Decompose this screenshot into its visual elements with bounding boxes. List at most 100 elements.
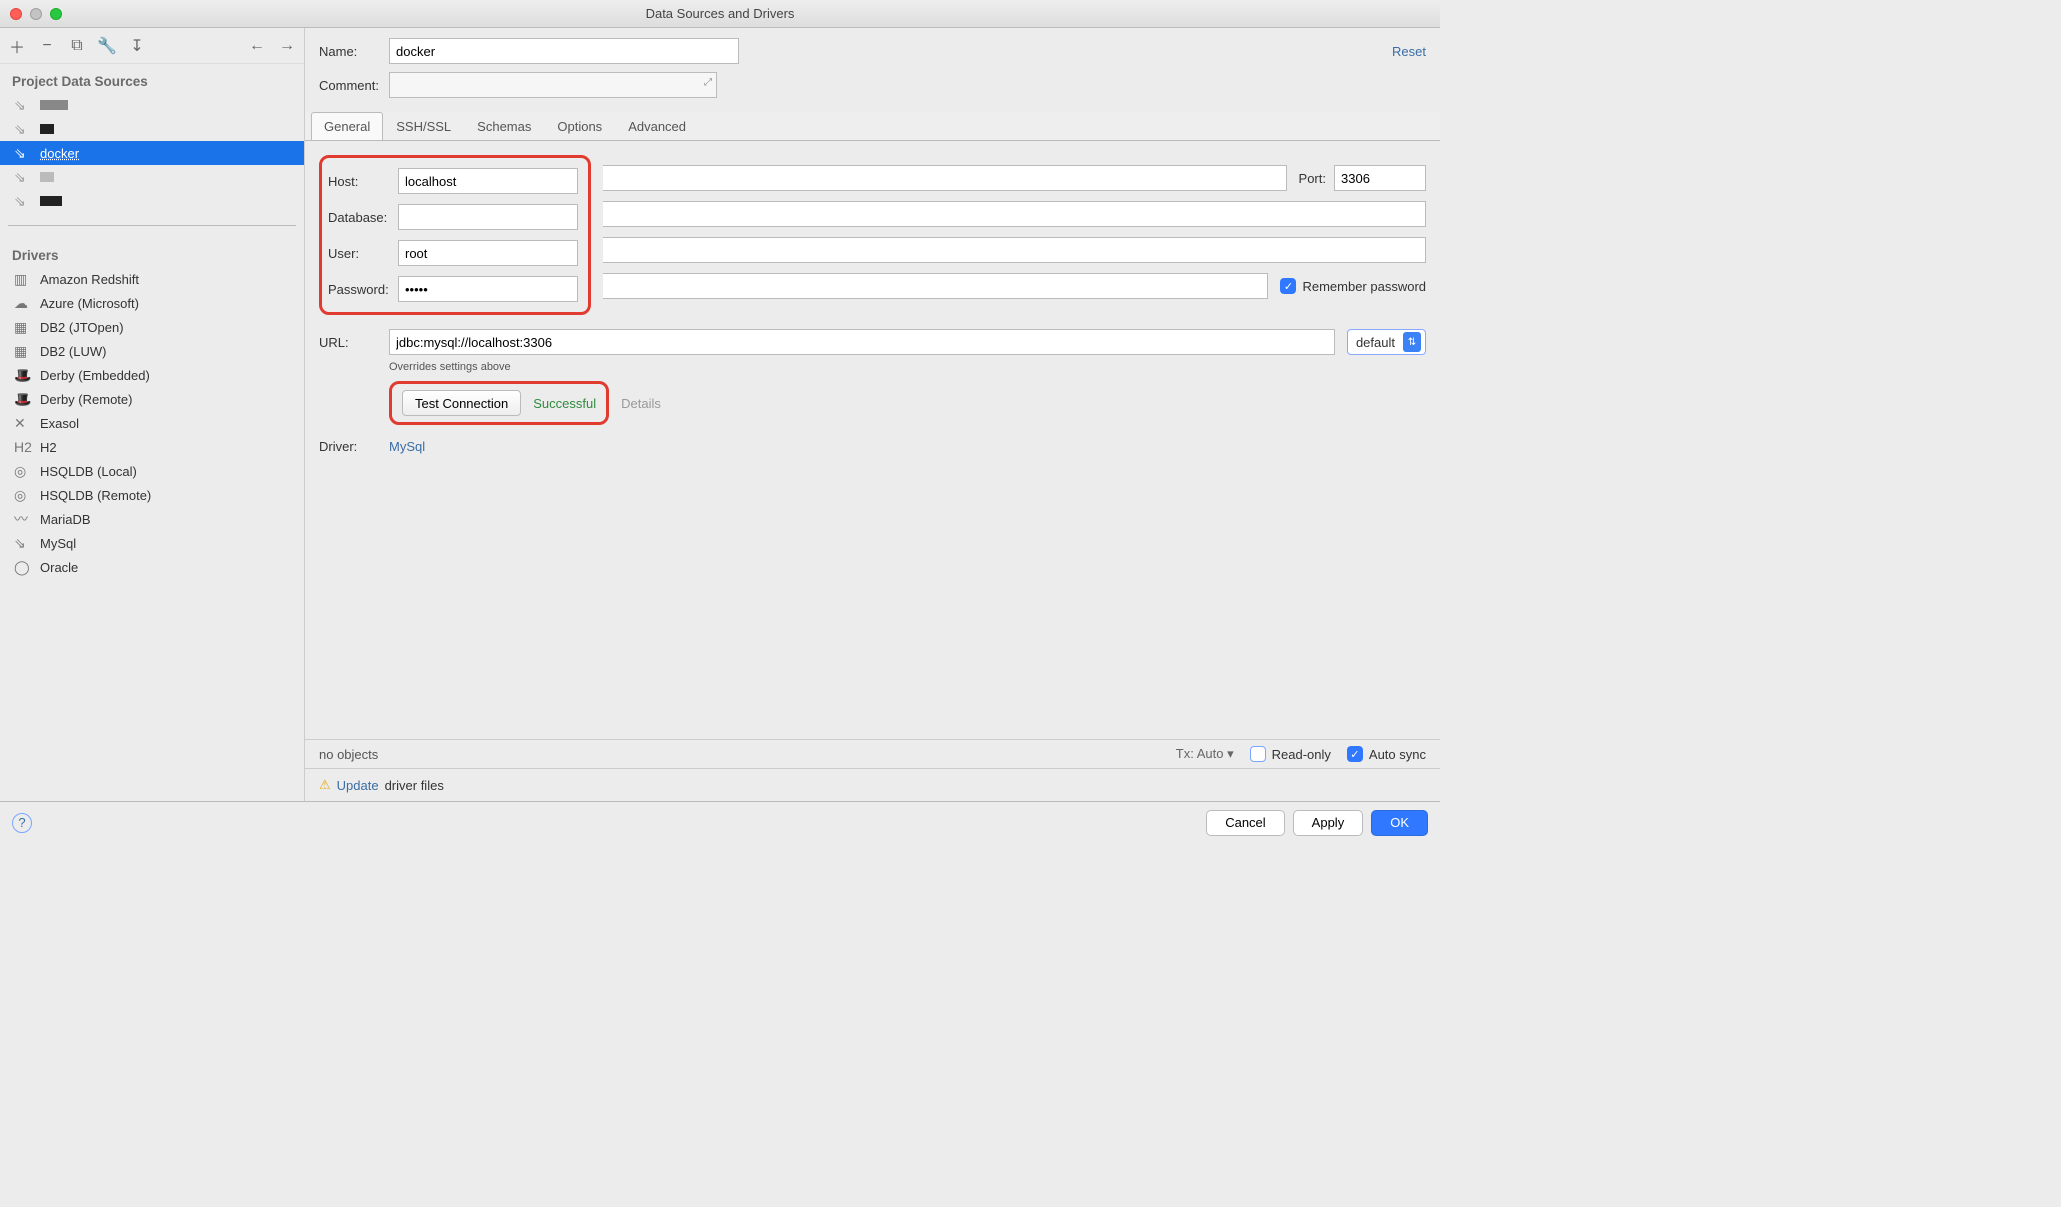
password-input-ext[interactable] <box>603 273 1268 299</box>
copy-icon[interactable]: ⧉ <box>68 37 86 55</box>
remember-password-checkbox[interactable]: ✓ <box>1280 278 1296 294</box>
warning-icon: ⚠ <box>319 777 331 793</box>
readonly-checkbox[interactable] <box>1250 746 1266 762</box>
readonly-label: Read-only <box>1272 747 1331 762</box>
h2-icon: H2 <box>14 439 32 455</box>
connection-highlight: Host: Database: User: Password: <box>319 155 591 315</box>
feather-icon: ⇘ <box>14 145 32 162</box>
hsqldb-icon: ◎ <box>14 463 32 480</box>
cancel-button[interactable]: Cancel <box>1206 810 1284 836</box>
derby-icon: 🎩 <box>14 391 32 408</box>
name-input[interactable] <box>389 38 739 64</box>
host-input-ext[interactable] <box>603 165 1287 191</box>
port-input[interactable] <box>1334 165 1426 191</box>
url-label: URL: <box>319 335 389 350</box>
test-connection-button[interactable]: Test Connection <box>402 390 521 416</box>
help-icon[interactable]: ? <box>12 813 32 833</box>
driver-item[interactable]: ⇘MySql <box>0 531 304 555</box>
left-toolbar: ＋ − ⧉ 🔧 ↧ ← → <box>0 28 304 64</box>
left-panel: ＋ − ⧉ 🔧 ↧ ← → Project Data Sources ⇘ ⇘ ⇘… <box>0 28 305 801</box>
remove-icon[interactable]: − <box>38 37 56 55</box>
db2-icon: ▦ <box>14 319 32 336</box>
drivers-list: ▥Amazon Redshift ☁Azure (Microsoft) ▦DB2… <box>0 267 304 579</box>
data-sources-list: ⇘ ⇘ ⇘docker ⇘ ⇘ <box>0 93 304 213</box>
driver-item[interactable]: ▥Amazon Redshift <box>0 267 304 291</box>
feather-icon: ⇘ <box>14 97 32 114</box>
project-data-sources-header: Project Data Sources <box>0 64 304 93</box>
exasol-icon: ✕ <box>14 415 32 432</box>
driver-item[interactable]: ▦DB2 (LUW) <box>0 339 304 363</box>
expand-icon[interactable]: ⤢ <box>704 77 712 88</box>
dialog-footer: ? Cancel Apply OK <box>0 801 1440 843</box>
database-input-ext[interactable] <box>603 201 1426 227</box>
driver-item[interactable]: ▦DB2 (JTOpen) <box>0 315 304 339</box>
driver-item[interactable]: 〰MariaDB <box>0 507 304 531</box>
drivers-header: Drivers <box>0 238 304 267</box>
data-source-item-docker[interactable]: ⇘docker <box>0 141 304 165</box>
user-label: User: <box>328 246 398 261</box>
right-panel: Name: Reset Comment: ⤢ General SSH/SSL S… <box>305 28 1440 801</box>
url-hint: Overrides settings above <box>389 361 1426 373</box>
ok-button[interactable]: OK <box>1371 810 1428 836</box>
tx-mode[interactable]: Tx: Auto ▾ <box>1176 746 1234 762</box>
tab-options[interactable]: Options <box>544 112 615 140</box>
derby-icon: 🎩 <box>14 367 32 384</box>
azure-icon: ☁ <box>14 295 32 312</box>
details-link[interactable]: Details <box>621 396 661 411</box>
tab-bar: General SSH/SSL Schemas Options Advanced <box>305 112 1440 141</box>
driver-item[interactable]: ◎HSQLDB (Remote) <box>0 483 304 507</box>
update-driver-link[interactable]: Update <box>337 778 379 793</box>
oracle-icon: ◯ <box>14 559 32 576</box>
tab-general[interactable]: General <box>311 112 383 140</box>
titlebar: Data Sources and Drivers <box>0 0 1440 28</box>
database-label: Database: <box>328 210 398 225</box>
driver-link[interactable]: MySql <box>389 439 425 454</box>
name-label: Name: <box>319 44 389 59</box>
driver-item[interactable]: H2H2 <box>0 435 304 459</box>
hsqldb-icon: ◎ <box>14 487 32 504</box>
status-bar: no objects Tx: Auto ▾ Read-only ✓ Auto s… <box>305 739 1440 768</box>
redshift-icon: ▥ <box>14 271 32 288</box>
mysql-icon: ⇘ <box>14 535 32 552</box>
data-source-item[interactable]: ⇘ <box>0 165 304 189</box>
data-source-item[interactable]: ⇘ <box>0 93 304 117</box>
data-source-item[interactable]: ⇘ <box>0 117 304 141</box>
url-input[interactable] <box>389 329 1335 355</box>
mariadb-icon: 〰 <box>14 509 32 529</box>
test-connection-highlight: Test Connection Successful <box>389 381 609 425</box>
url-mode-select[interactable]: default ⇅ <box>1347 329 1426 355</box>
driver-item[interactable]: ◎HSQLDB (Local) <box>0 459 304 483</box>
driver-item[interactable]: ◯Oracle <box>0 555 304 579</box>
driver-item[interactable]: 🎩Derby (Remote) <box>0 387 304 411</box>
db2-icon: ▦ <box>14 343 32 360</box>
update-driver-row: ⚠ Update driver files <box>305 768 1440 801</box>
user-input-ext[interactable] <box>603 237 1426 263</box>
tab-advanced[interactable]: Advanced <box>615 112 699 140</box>
comment-label: Comment: <box>319 78 389 93</box>
autosync-label: Auto sync <box>1369 747 1426 762</box>
driver-item[interactable]: 🎩Derby (Embedded) <box>0 363 304 387</box>
import-icon[interactable]: ↧ <box>128 37 146 55</box>
tab-ssh-ssl[interactable]: SSH/SSL <box>383 112 464 140</box>
database-input[interactable] <box>398 204 578 230</box>
reset-link[interactable]: Reset <box>1392 44 1426 59</box>
add-icon[interactable]: ＋ <box>8 37 26 55</box>
data-source-item[interactable]: ⇘ <box>0 189 304 213</box>
password-label: Password: <box>328 282 398 297</box>
user-input[interactable] <box>398 240 578 266</box>
password-input[interactable] <box>398 276 578 302</box>
autosync-checkbox[interactable]: ✓ <box>1347 746 1363 762</box>
host-input[interactable] <box>398 168 578 194</box>
nav-forward-icon[interactable]: → <box>278 37 296 55</box>
driver-item[interactable]: ✕Exasol <box>0 411 304 435</box>
driver-label: Driver: <box>319 439 389 454</box>
remember-password-label: Remember password <box>1302 279 1426 294</box>
nav-back-icon[interactable]: ← <box>248 37 266 55</box>
apply-button[interactable]: Apply <box>1293 810 1364 836</box>
comment-input[interactable]: ⤢ <box>389 72 717 98</box>
tab-schemas[interactable]: Schemas <box>464 112 544 140</box>
driver-item[interactable]: ☁Azure (Microsoft) <box>0 291 304 315</box>
settings-icon[interactable]: 🔧 <box>98 37 116 55</box>
connection-status: Successful <box>533 396 596 411</box>
host-label: Host: <box>328 174 398 189</box>
